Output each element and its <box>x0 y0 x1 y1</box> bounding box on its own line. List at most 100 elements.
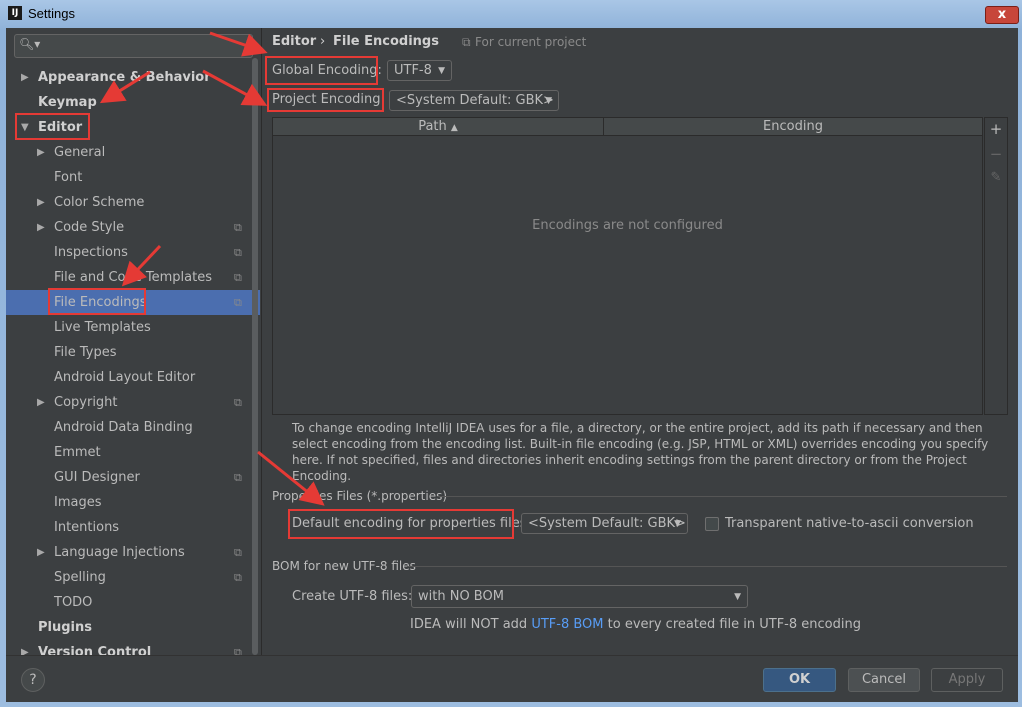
sidebar-item-language-injections[interactable]: ▶ Language Injections ⧉ <box>6 540 260 565</box>
sort-ascending-icon: ▲ <box>450 123 458 133</box>
chevron-right-icon[interactable]: ▶ <box>21 640 29 655</box>
sidebar-item-color-scheme[interactable]: ▶ Color Scheme <box>6 190 260 215</box>
dialog-body: 🔍︎▾ ▶ Appearance & Behavior Keymap ▼ Editor ▶… <box>6 28 1018 702</box>
sidebar-item-label: GUI Designer <box>54 470 140 485</box>
chevron-right-icon[interactable]: ▶ <box>37 190 45 215</box>
sidebar-item-label: File and Code Templates <box>54 270 212 285</box>
intellij-app-icon: IJ <box>8 6 22 20</box>
global-encoding-dropdown[interactable]: UTF-8 ▼ <box>387 60 452 81</box>
bom-note-prefix: IDEA will NOT add <box>410 617 528 632</box>
sidebar-item-version-control[interactable]: ▶ Version Control ⧉ <box>6 640 260 655</box>
sidebar-item-images[interactable]: Images <box>6 490 260 515</box>
edit-icon[interactable]: ✎ <box>985 170 1007 185</box>
sidebar-item-intentions[interactable]: Intentions <box>6 515 260 540</box>
project-encoding-value: <System Default: GBK> <box>396 93 554 108</box>
path-column-header[interactable]: Path ▲ <box>273 118 604 136</box>
sidebar-item-label: Font <box>54 170 83 185</box>
sidebar-item-emmet[interactable]: Emmet <box>6 440 260 465</box>
create-utf8-dropdown[interactable]: with NO BOM ▼ <box>411 585 748 608</box>
sidebar-item-font[interactable]: Font <box>6 165 260 190</box>
project-scope-icon: ⧉ <box>234 296 242 309</box>
section-divider <box>437 496 1007 497</box>
path-column-label: Path <box>418 119 447 134</box>
breadcrumb-parent[interactable]: Editor <box>272 34 316 49</box>
global-encoding-value: UTF-8 <box>394 63 432 78</box>
encodings-table[interactable]: Path ▲ Encoding Encodings are not config… <box>272 117 983 415</box>
sidebar-scrollbar[interactable] <box>252 58 258 655</box>
sidebar-item-label: Plugins <box>38 620 92 635</box>
sidebar-item-label: Spelling <box>54 570 106 585</box>
chevron-right-icon[interactable]: ▶ <box>21 65 29 90</box>
sidebar-item-label: Intentions <box>54 520 120 535</box>
section-divider <box>407 566 1007 567</box>
chevron-down-icon: ▼ <box>674 519 681 529</box>
annotation-box-file-encodings <box>48 288 146 315</box>
chevron-right-icon[interactable]: ▶ <box>37 390 45 415</box>
sidebar-item-label: Live Templates <box>54 320 151 335</box>
sidebar-item-android-layout-editor[interactable]: Android Layout Editor <box>6 365 260 390</box>
sidebar-item-label: File Types <box>54 345 117 360</box>
sidebar-item-keymap[interactable]: Keymap <box>6 90 260 115</box>
breadcrumb-current: File Encodings <box>333 34 439 49</box>
project-scope-icon: ⧉ <box>234 546 242 559</box>
utf8-bom-link[interactable]: UTF-8 BOM <box>531 617 603 632</box>
add-icon[interactable]: + <box>985 120 1007 138</box>
project-scope-icon: ⧉ <box>234 396 242 409</box>
title-bar: IJ Settings x <box>0 0 1022 28</box>
search-input[interactable]: 🔍︎▾ <box>14 34 253 58</box>
sidebar-item-file-and-code-templates[interactable]: File and Code Templates ⧉ <box>6 265 260 290</box>
properties-encoding-dropdown[interactable]: <System Default: GBK> ▼ <box>521 513 688 534</box>
sidebar-item-label: Emmet <box>54 445 101 460</box>
sidebar-item-label: General <box>54 145 106 160</box>
chevron-right-icon[interactable]: ▶ <box>37 540 45 565</box>
dialog-footer: ? OK Cancel Apply <box>6 655 1018 702</box>
sidebar-item-general[interactable]: ▶ General <box>6 140 260 165</box>
remove-icon[interactable]: − <box>985 145 1007 163</box>
window-close-button[interactable]: x <box>985 6 1019 24</box>
sidebar-item-copyright[interactable]: ▶ Copyright ⧉ <box>6 390 260 415</box>
window-title: Settings <box>28 6 75 21</box>
native-to-ascii-checkbox[interactable] <box>705 517 719 531</box>
sidebar-item-file-types[interactable]: File Types <box>6 340 260 365</box>
sidebar-item-appearance-behavior[interactable]: ▶ Appearance & Behavior <box>6 65 260 90</box>
sidebar-item-spelling[interactable]: Spelling ⧉ <box>6 565 260 590</box>
properties-section-title: Properties Files (*.properties) <box>272 489 448 503</box>
project-encoding-dropdown[interactable]: <System Default: GBK> ▼ <box>389 90 559 111</box>
chevron-down-icon: ▼ <box>438 66 445 76</box>
project-scope-label: For current project <box>475 35 587 49</box>
sidebar-item-inspections[interactable]: Inspections ⧉ <box>6 240 260 265</box>
chevron-right-icon[interactable]: ▶ <box>37 140 45 165</box>
sidebar-item-android-data-binding[interactable]: Android Data Binding <box>6 415 260 440</box>
bom-note: IDEA will NOT add UTF-8 BOM to every cre… <box>410 617 861 632</box>
table-empty-message: Encodings are not configured <box>532 218 723 233</box>
project-scope-icon: ⧉ <box>462 35 471 49</box>
apply-button[interactable]: Apply <box>931 668 1003 692</box>
search-icon: 🔍︎▾ <box>19 37 41 51</box>
ok-button[interactable]: OK <box>763 668 836 692</box>
sidebar-item-todo[interactable]: TODO <box>6 590 260 615</box>
sidebar-item-label: Copyright <box>54 395 118 410</box>
bom-note-suffix: to every created file in UTF-8 encoding <box>607 617 861 632</box>
annotation-box-global-encoding <box>265 56 378 85</box>
sidebar-item-code-style[interactable]: ▶ Code Style ⧉ <box>6 215 260 240</box>
properties-encoding-value: <System Default: GBK> <box>528 516 686 531</box>
chevron-right-icon[interactable]: ▶ <box>37 215 45 240</box>
sidebar-item-label: Android Data Binding <box>54 420 193 435</box>
sidebar-item-label: Keymap <box>38 95 97 110</box>
sidebar-item-label: TODO <box>54 595 93 610</box>
breadcrumb-separator: › <box>320 34 326 49</box>
annotation-box-project-encoding <box>267 88 384 112</box>
create-utf8-value: with NO BOM <box>418 589 504 604</box>
help-button[interactable]: ? <box>21 668 45 692</box>
sidebar-item-plugins[interactable]: Plugins <box>6 615 260 640</box>
cancel-button[interactable]: Cancel <box>848 668 920 692</box>
project-scope-icon: ⧉ <box>234 221 242 234</box>
encoding-column-header[interactable]: Encoding <box>604 118 982 136</box>
annotation-box-properties-encoding <box>288 509 514 539</box>
sidebar-item-label: Version Control <box>38 645 152 655</box>
sidebar-item-gui-designer[interactable]: GUI Designer ⧉ <box>6 465 260 490</box>
annotation-box-editor <box>15 113 90 140</box>
native-to-ascii-label[interactable]: Transparent native-to-ascii conversion <box>725 516 974 531</box>
create-utf8-label: Create UTF-8 files: <box>292 589 413 604</box>
sidebar-item-live-templates[interactable]: Live Templates <box>6 315 260 340</box>
